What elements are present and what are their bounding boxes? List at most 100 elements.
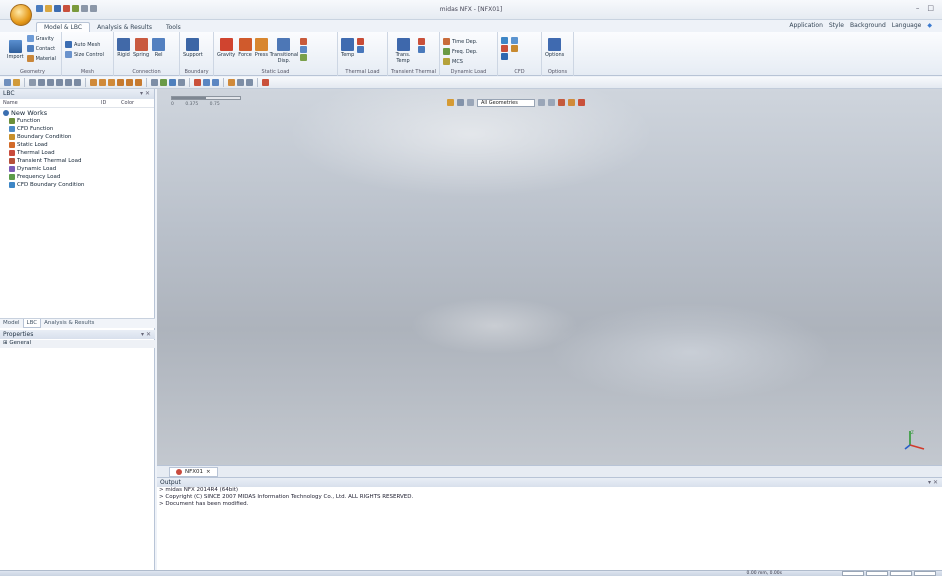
tree-item[interactable]: CFD Function (3, 125, 151, 133)
auto-mesh-button[interactable]: Auto Mesh (65, 40, 104, 49)
unit-field[interactable] (890, 571, 912, 576)
iso-view-icon[interactable] (117, 79, 124, 86)
mesh-display-icon[interactable] (178, 79, 185, 86)
unit-field[interactable] (866, 571, 888, 576)
display-mode-icon[interactable] (151, 79, 158, 86)
cfd-velocity-icon[interactable] (511, 45, 518, 52)
properties-general-row[interactable]: ⊞ General (0, 340, 155, 348)
color-icon[interactable] (194, 79, 201, 86)
freq-dep-button[interactable]: Freq. Dep. (443, 47, 478, 56)
rigid-button[interactable]: Rigid (117, 38, 130, 58)
transitional-disp-button[interactable]: Transitional Disp. (270, 38, 298, 64)
filter-select-icon[interactable] (467, 99, 474, 106)
pen-icon[interactable] (262, 79, 269, 86)
trans-temp-button[interactable]: Trans. Temp (391, 38, 415, 64)
convection-icon[interactable] (357, 46, 365, 53)
moment-icon[interactable] (299, 46, 307, 53)
plus-icon[interactable] (74, 79, 81, 86)
section-icon[interactable] (237, 79, 244, 86)
trans-convection-icon[interactable] (418, 46, 425, 53)
force-button[interactable]: Force (238, 38, 252, 58)
press-button[interactable]: Press (255, 38, 268, 58)
panel-pin-icon[interactable]: ▾ ✕ (140, 90, 150, 97)
mcs-button[interactable]: MCS (443, 57, 478, 66)
gravity-load-button[interactable]: Gravity (217, 38, 235, 58)
geometry-filter-select[interactable]: All Geometries (477, 98, 535, 107)
contact-button[interactable]: Contact (26, 44, 56, 53)
cfd-inlet-icon[interactable] (501, 37, 508, 44)
material-button[interactable]: Material (26, 54, 56, 63)
tree-item[interactable]: Frequency Load (3, 173, 151, 181)
tab-lbc[interactable]: LBC (22, 319, 42, 328)
rotate-icon[interactable] (56, 79, 63, 86)
properties-close-icon[interactable]: ▾ ✕ (141, 331, 151, 338)
tree-item[interactable]: Function (3, 117, 151, 125)
zoom-fit-icon[interactable] (38, 79, 45, 86)
clip-icon[interactable] (246, 79, 253, 86)
clear-selection-icon[interactable] (558, 99, 565, 106)
unit-field[interactable] (914, 571, 936, 576)
rel-button[interactable]: Rel (152, 38, 166, 58)
column-color[interactable]: Color (121, 100, 151, 106)
tab-analysis-results-panel[interactable]: Analysis & Results (41, 319, 97, 328)
zoom-icon[interactable] (29, 79, 36, 86)
unit-field[interactable] (842, 571, 864, 576)
element-icon[interactable] (212, 79, 219, 86)
application-menu[interactable]: Application (789, 22, 823, 29)
heat-flux-icon[interactable] (357, 38, 365, 45)
pan-icon[interactable] (65, 79, 72, 86)
column-name[interactable]: Name (3, 100, 101, 106)
spring-button[interactable]: Spring (133, 38, 149, 58)
support-button[interactable]: Support (183, 38, 203, 58)
tab-analysis-results[interactable]: Analysis & Results (90, 23, 159, 32)
show-icon[interactable] (568, 99, 575, 106)
filter-icon[interactable] (13, 79, 20, 86)
import-button[interactable]: Import (7, 40, 24, 60)
side-view-icon[interactable] (108, 79, 115, 86)
tree-item[interactable]: Thermal Load (3, 149, 151, 157)
pick-icon[interactable] (457, 99, 464, 106)
application-button[interactable] (10, 4, 32, 26)
tab-tools[interactable]: Tools (159, 23, 188, 32)
column-id[interactable]: ID (101, 100, 121, 106)
top-view-icon[interactable] (99, 79, 106, 86)
wireframe-icon[interactable] (169, 79, 176, 86)
hide-icon[interactable] (578, 99, 585, 106)
select-mode-icon[interactable] (447, 99, 454, 106)
background-menu[interactable]: Background (850, 22, 886, 29)
document-tab-nfx01[interactable]: NFX01 × (169, 466, 218, 477)
tree-item[interactable]: Dynamic Load (3, 165, 151, 173)
time-dep-button[interactable]: Time Dep. (443, 37, 478, 46)
tab-model-lbc[interactable]: Model & LBC (36, 22, 91, 32)
tree-item[interactable]: Transient Thermal Load (3, 157, 151, 165)
minimize-button[interactable]: – (916, 4, 920, 12)
tree-item[interactable]: CFD Boundary Condition (3, 181, 151, 189)
close-tab-icon[interactable]: × (206, 469, 211, 475)
select-icon[interactable] (4, 79, 11, 86)
shading-icon[interactable] (160, 79, 167, 86)
measure-icon[interactable] (228, 79, 235, 86)
tab-model[interactable]: Model (0, 319, 23, 328)
gravity-geo-button[interactable]: Gravity (26, 34, 56, 43)
options-button[interactable]: Options (545, 38, 564, 58)
tree-item[interactable]: Boundary Condition (3, 133, 151, 141)
language-menu[interactable]: Language (892, 22, 922, 29)
model-viewport[interactable]: 0 0.375 0.75 All Geometries Z (157, 89, 942, 465)
back-view-icon[interactable] (135, 79, 142, 86)
cfd-symmetry-icon[interactable] (511, 37, 518, 44)
grid-icon[interactable] (548, 99, 555, 106)
bottom-view-icon[interactable] (126, 79, 133, 86)
temp-button[interactable]: Temp (341, 38, 354, 58)
tree-item[interactable]: New Works (3, 109, 151, 117)
tree-item[interactable]: Static Load (3, 141, 151, 149)
trans-heat-icon[interactable] (418, 38, 425, 45)
maximize-button[interactable]: □ (927, 4, 934, 12)
rotation-icon[interactable] (299, 38, 307, 45)
node-icon[interactable] (203, 79, 210, 86)
output-close-icon[interactable]: ▾ ✕ (928, 479, 938, 486)
zoom-window-icon[interactable] (47, 79, 54, 86)
temperature-icon[interactable] (299, 54, 307, 61)
size-control-button[interactable]: Size Control (65, 50, 104, 59)
snap-icon[interactable] (538, 99, 545, 106)
style-menu[interactable]: Style (829, 22, 844, 29)
